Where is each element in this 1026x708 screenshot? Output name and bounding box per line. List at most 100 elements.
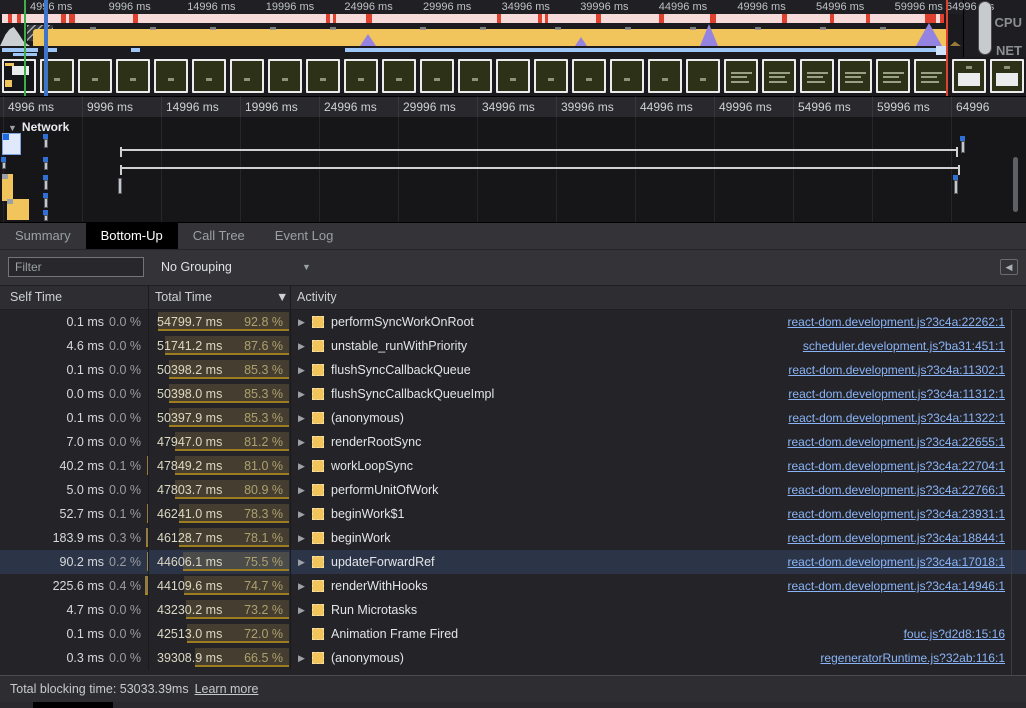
expand-icon[interactable]: ▶ [298, 526, 305, 550]
tab-event-log[interactable]: Event Log [260, 223, 349, 249]
filmstrip-frame[interactable] [2, 59, 36, 93]
expand-icon[interactable]: ▶ [298, 574, 305, 598]
network-request[interactable] [44, 157, 50, 170]
network-request[interactable] [7, 199, 29, 220]
network-request[interactable] [961, 136, 967, 153]
collapse-triangle-icon[interactable]: ▼ [8, 123, 17, 133]
table-row[interactable]: 225.6 ms0.4 %44109.6 ms74.7 %▶renderWith… [0, 574, 1026, 598]
expand-icon[interactable]: ▶ [298, 358, 305, 382]
learn-more-link[interactable]: Learn more [195, 682, 259, 696]
filmstrip-frame[interactable] [230, 59, 264, 93]
network-request[interactable] [2, 157, 8, 169]
expand-icon[interactable]: ▶ [298, 502, 305, 526]
table-row[interactable]: 40.2 ms0.1 %47849.2 ms81.0 %▶workLoopSyn… [0, 454, 1026, 478]
source-link[interactable]: react-dom.development.js?3c4a:11302:1 [788, 358, 1005, 382]
source-link[interactable]: react-dom.development.js?3c4a:17018:1 [788, 550, 1005, 574]
filmstrip[interactable] [0, 57, 1026, 96]
filmstrip-frame[interactable] [268, 59, 302, 93]
filmstrip-frame[interactable] [990, 59, 1024, 93]
network-request[interactable] [954, 175, 960, 194]
filmstrip-frame[interactable] [78, 59, 112, 93]
network-request[interactable] [44, 193, 50, 208]
table-row[interactable]: 0.0 ms0.0 %50398.0 ms85.3 %▶flushSyncCal… [0, 382, 1026, 406]
source-link[interactable]: scheduler.development.js?ba31:451:1 [803, 334, 1005, 358]
table-row[interactable]: 0.1 ms0.0 %42513.0 ms72.0 %▶Animation Fr… [0, 622, 1026, 646]
timeline-overview[interactable]: 4996 ms9996 ms14996 ms19996 ms24996 ms29… [0, 0, 1026, 96]
network-track[interactable]: ▼Network [0, 117, 1026, 222]
tab-call-tree[interactable]: Call Tree [178, 223, 260, 249]
filmstrip-frame[interactable] [686, 59, 720, 93]
filmstrip-frame[interactable] [344, 59, 378, 93]
filmstrip-frame[interactable] [496, 59, 530, 93]
source-link[interactable]: react-dom.development.js?3c4a:11322:1 [788, 406, 1005, 430]
show-heaviest-stack-button[interactable]: ◀ [1000, 259, 1018, 275]
filmstrip-frame[interactable] [914, 59, 948, 93]
filmstrip-frame[interactable] [648, 59, 682, 93]
expand-icon[interactable]: ▶ [298, 646, 305, 670]
expand-icon[interactable]: ▶ [298, 382, 305, 406]
network-request[interactable] [44, 175, 50, 190]
expand-icon[interactable]: ▶ [298, 550, 305, 574]
network-scrollbar-thumb[interactable] [1013, 157, 1018, 212]
source-link[interactable]: regeneratorRuntime.js?32ab:116:1 [820, 646, 1005, 670]
filmstrip-frame[interactable] [610, 59, 644, 93]
table-row[interactable]: 5.0 ms0.0 %47803.7 ms80.9 %▶performUnitO… [0, 478, 1026, 502]
table-row[interactable]: 183.9 ms0.3 %46128.7 ms78.1 %▶beginWorkr… [0, 526, 1026, 550]
expand-icon[interactable]: ▶ [298, 334, 305, 358]
table-row[interactable]: 0.3 ms0.0 %39308.9 ms66.5 %▶(anonymous)r… [0, 646, 1026, 670]
expand-icon[interactable]: ▶ [298, 454, 305, 478]
table-row[interactable]: 4.6 ms0.0 %51741.2 ms87.6 %▶unstable_run… [0, 334, 1026, 358]
filmstrip-frame[interactable] [534, 59, 568, 93]
expand-icon[interactable]: ▶ [298, 310, 305, 334]
filmstrip-frame[interactable] [724, 59, 758, 93]
self-time-header[interactable]: Self Time [10, 286, 62, 309]
filmstrip-frame[interactable] [762, 59, 796, 93]
tab-summary[interactable]: Summary [0, 223, 86, 249]
filmstrip-frame[interactable] [382, 59, 416, 93]
source-link[interactable]: react-dom.development.js?3c4a:22262:1 [788, 310, 1005, 334]
filmstrip-frame[interactable] [572, 59, 606, 93]
filmstrip-frame[interactable] [154, 59, 188, 93]
activity-header[interactable]: Activity [297, 286, 337, 309]
filter-input[interactable] [8, 257, 144, 277]
table-row[interactable]: 52.7 ms0.1 %46241.0 ms78.3 %▶beginWork$1… [0, 502, 1026, 526]
filmstrip-frame[interactable] [116, 59, 150, 93]
network-request[interactable] [118, 178, 123, 194]
filmstrip-frame[interactable] [306, 59, 340, 93]
source-link[interactable]: react-dom.development.js?3c4a:22704:1 [788, 454, 1005, 478]
network-request[interactable] [44, 210, 50, 221]
network-track-header[interactable]: ▼Network [8, 120, 69, 134]
filmstrip-frame[interactable] [952, 59, 986, 93]
filmstrip-frame[interactable] [420, 59, 454, 93]
source-link[interactable]: react-dom.development.js?3c4a:23931:1 [788, 502, 1005, 526]
expand-icon[interactable]: ▶ [298, 406, 305, 430]
tab-bottom-up[interactable]: Bottom-Up [86, 223, 178, 249]
overview-scrollbar-thumb[interactable] [979, 2, 991, 54]
source-link[interactable]: react-dom.development.js?3c4a:14946:1 [788, 574, 1005, 598]
filmstrip-frame[interactable] [192, 59, 226, 93]
table-row[interactable]: 90.2 ms0.2 %44606.1 ms75.5 %▶updateForwa… [0, 550, 1026, 574]
table-row[interactable]: 0.1 ms0.0 %50398.2 ms85.3 %▶flushSyncCal… [0, 358, 1026, 382]
chevron-down-icon[interactable]: ▼ [302, 250, 311, 285]
network-request[interactable] [2, 133, 21, 155]
source-link[interactable]: fouc.js?d2d8:15:16 [904, 622, 1005, 646]
selection-handle-line[interactable] [44, 0, 48, 96]
expand-icon[interactable]: ▶ [298, 478, 305, 502]
source-link[interactable]: react-dom.development.js?3c4a:22766:1 [788, 478, 1005, 502]
filmstrip-frame[interactable] [800, 59, 834, 93]
expand-icon[interactable]: ▶ [298, 430, 305, 454]
filmstrip-frame[interactable] [876, 59, 910, 93]
source-link[interactable]: react-dom.development.js?3c4a:22655:1 [788, 430, 1005, 454]
network-request[interactable] [2, 174, 13, 201]
grouping-select[interactable]: No Grouping [161, 250, 232, 285]
table-row[interactable]: 0.1 ms0.0 %50397.9 ms85.3 %▶(anonymous)r… [0, 406, 1026, 430]
table-row[interactable]: 7.0 ms0.0 %47947.0 ms81.2 %▶renderRootSy… [0, 430, 1026, 454]
table-row[interactable]: 4.7 ms0.0 %43230.2 ms73.2 %▶Run Microtas… [0, 598, 1026, 622]
table-row[interactable]: 0.1 ms0.0 %54799.7 ms92.8 %▶performSyncW… [0, 310, 1026, 334]
total-time-header[interactable]: Total Time [155, 286, 212, 309]
filmstrip-frame[interactable] [838, 59, 872, 93]
expand-icon[interactable]: ▶ [298, 598, 305, 622]
source-link[interactable]: react-dom.development.js?3c4a:18844:1 [788, 526, 1005, 550]
source-link[interactable]: react-dom.development.js?3c4a:11312:1 [788, 382, 1005, 406]
filmstrip-frame[interactable] [458, 59, 492, 93]
